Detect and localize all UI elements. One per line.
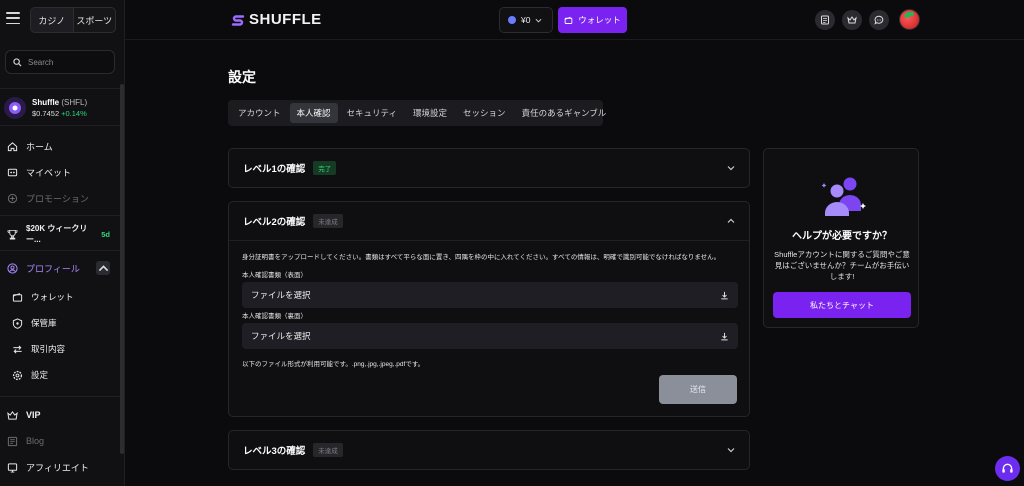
tab-responsible-gambling[interactable]: 責任のあるギャンブル (515, 103, 614, 123)
help-title: ヘルプが必要ですか？ (792, 231, 892, 242)
sidebar-item-vault[interactable]: 保管庫 (0, 312, 122, 334)
home-icon (7, 141, 18, 151)
status-badge: 未達成 (313, 214, 343, 228)
brand-logo[interactable]: SHUFFLE (231, 11, 322, 28)
settings-icon (12, 370, 23, 380)
mode-switch: カジノ スポーツ (30, 7, 116, 33)
bets-icon (7, 168, 18, 176)
vip-button[interactable] (842, 10, 862, 30)
wallet-icon (12, 292, 23, 302)
submit-button[interactable]: 送信 (659, 375, 737, 404)
sidebar-item-blog[interactable]: Blog (0, 430, 122, 452)
tab-security[interactable]: セキュリティ (340, 103, 405, 123)
sidebar-item-affiliate[interactable]: アフィリエイト (0, 456, 122, 478)
headset-icon (1002, 463, 1013, 473)
level2-header[interactable]: レベル2の確認 未達成 (229, 202, 749, 240)
help-card: ヘルプが必要ですか？ Shuffleアカウントに関するご質問やご意見はございませ… (763, 148, 919, 328)
sidebar-item-vip[interactable]: VIP (0, 404, 122, 426)
level1-title: レベル1の確認 (243, 164, 306, 175)
chat-button[interactable] (869, 10, 889, 30)
vault-icon (12, 317, 23, 329)
level2-title: レベル2の確認 (243, 217, 306, 228)
page-title: 設定 (228, 69, 256, 85)
sidebar-item-settings[interactable]: 設定 (0, 364, 122, 386)
chevron-down-icon (727, 166, 735, 171)
upload-instructions: 身分証明書をアップロードしてください。書類はすべて平らな面に置き、四隅を枠の中に… (242, 254, 721, 261)
status-badge: 完了 (313, 161, 337, 175)
level1-card: レベル1の確認 完了 (228, 148, 750, 188)
wallet-icon (564, 16, 573, 24)
shuffle-logo-icon (231, 14, 245, 26)
bet-slip-button[interactable] (815, 10, 835, 30)
blog-icon (7, 436, 18, 446)
settings-tabs: アカウント 本人確認 セキュリティ 環境設定 セッション 責任のあるギャンブル (228, 100, 606, 126)
token-price: $0.7452 +0.14% (32, 109, 87, 118)
trophy-icon (7, 229, 18, 239)
search-box (5, 50, 115, 74)
help-text: Shuffleアカウントに関するご質問やご意見はございませんか？チームがお手伝い… (774, 250, 910, 281)
chat-with-us-button[interactable]: 私たちとチャット (773, 292, 911, 318)
collapse-chevron-up-icon[interactable] (96, 261, 110, 275)
wallet-button[interactable]: ウォレット (558, 7, 627, 33)
download-icon (721, 332, 728, 340)
sidebar-item-promotions[interactable]: プロモーション (0, 187, 122, 209)
front-doc-label: 本人確認書類（表面） (242, 272, 307, 279)
tab-account[interactable]: アカウント (231, 103, 288, 123)
avatar[interactable] (899, 9, 920, 30)
tab-casino[interactable]: カジノ (31, 8, 74, 32)
sidebar-item-weekly-race[interactable]: $20K ウィークリー... 5d (0, 223, 122, 245)
level3-title: レベル3の確認 (243, 446, 306, 457)
token-change: +0.14% (61, 109, 87, 118)
chevron-down-icon (535, 18, 542, 23)
sidebar-item-transactions[interactable]: 取引内容 (0, 338, 122, 360)
tab-verification[interactable]: 本人確認 (289, 103, 338, 123)
level1-header[interactable]: レベル1の確認 完了 (229, 149, 749, 187)
promo-icon (7, 193, 18, 203)
divider (0, 215, 122, 216)
search-icon (13, 57, 22, 67)
transactions-icon (13, 344, 22, 354)
weekly-countdown-badge: 5d (101, 229, 110, 239)
chevron-down-icon (727, 448, 735, 453)
balance-selector[interactable]: ¥0 (499, 7, 553, 33)
shfl-logo-icon (4, 97, 26, 119)
level2-body: 身分証明書をアップロードしてください。書類はすべて平らな面に置き、四隅を枠の中に… (229, 240, 749, 368)
sidebar-item-my-bets[interactable]: マイベット (0, 161, 122, 183)
tab-preferences[interactable]: 環境設定 (406, 103, 454, 123)
sidebar: カジノ スポーツ Shuffle (SHFL) $0.7452+0.14% ホー… (0, 0, 125, 486)
level3-card: レベル3の確認 未達成 (228, 430, 750, 470)
top-bar: SHUFFLE ¥0 ウォレット (125, 0, 1024, 40)
support-people-icon (821, 177, 866, 216)
vip-icon (7, 410, 18, 420)
sidebar-item-home[interactable]: ホーム (0, 135, 122, 157)
divider (0, 396, 122, 397)
level2-card: レベル2の確認 未達成 身分証明書をアップロードしてください。書類はすべて平らな… (228, 201, 750, 417)
status-badge: 未達成 (313, 443, 343, 457)
user-icon (7, 262, 18, 274)
menu-icon[interactable] (6, 12, 20, 24)
tab-sports[interactable]: スポーツ (74, 8, 116, 32)
live-support-button[interactable] (995, 456, 1020, 481)
accepted-formats: 以下のファイル形式が利用可能です。.png,.jpg,.jpeg,.pdfです。 (242, 361, 425, 368)
sidebar-item-profile[interactable]: プロフィール (0, 257, 122, 279)
crown-icon (847, 16, 857, 24)
download-icon (721, 291, 728, 299)
token-ticker[interactable]: Shuffle (SHFL) $0.7452 +0.14% (0, 88, 122, 126)
chevron-up-icon (727, 218, 735, 223)
chat-bubble-icon (874, 15, 884, 25)
sidebar-item-wallet[interactable]: ウォレット (0, 286, 122, 308)
affiliate-icon (7, 462, 18, 473)
level3-header[interactable]: レベル3の確認 未達成 (229, 431, 749, 469)
sidebar-scrollbar[interactable] (120, 84, 124, 454)
back-file-input[interactable]: ファイルを選択 (242, 323, 738, 349)
tab-sessions[interactable]: セッション (456, 103, 513, 123)
front-file-input[interactable]: ファイルを選択 (242, 282, 738, 308)
back-doc-label: 本人確認書類（裏面） (242, 313, 307, 320)
token-name: Shuffle (SHFL) (32, 98, 88, 107)
document-icon (821, 15, 829, 25)
divider (0, 250, 122, 251)
currency-coin-icon (508, 16, 516, 24)
search-input[interactable] (28, 57, 108, 67)
